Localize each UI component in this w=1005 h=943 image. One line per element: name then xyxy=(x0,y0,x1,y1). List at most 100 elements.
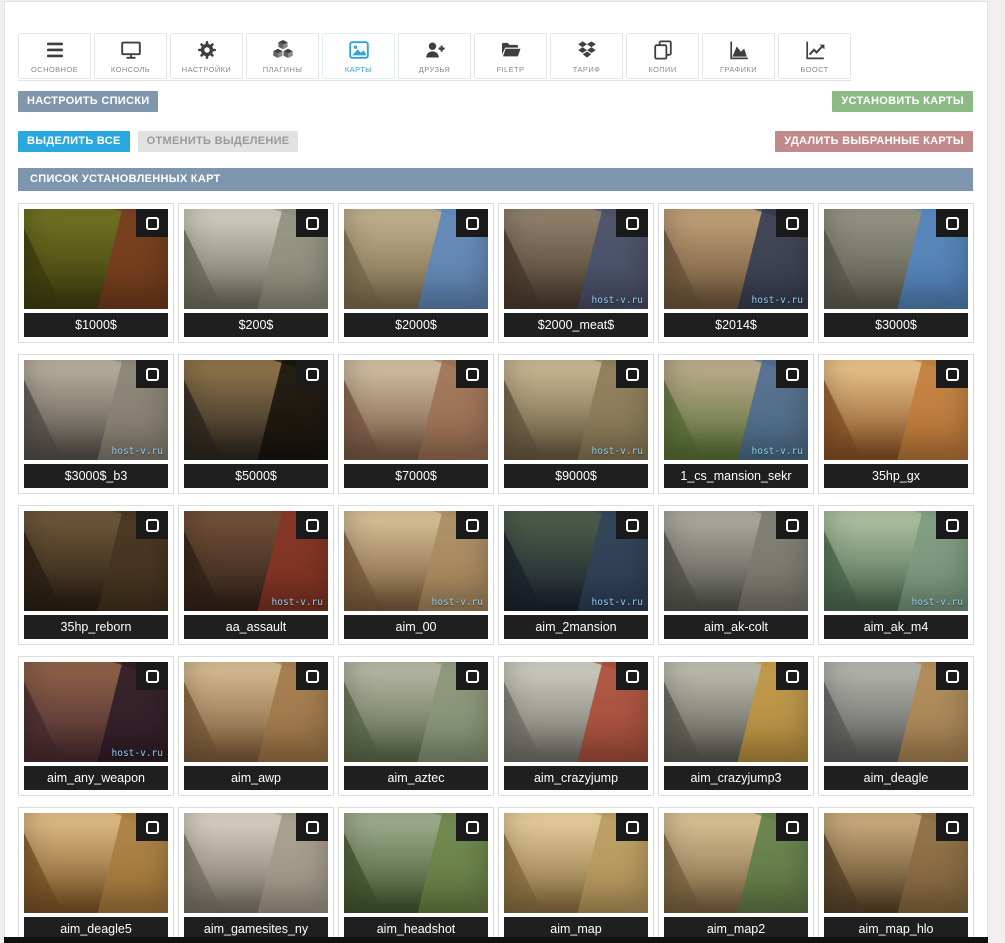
map-checkbox[interactable] xyxy=(456,662,488,690)
map-checkbox[interactable] xyxy=(456,813,488,841)
map-thumbnail[interactable] xyxy=(504,662,648,762)
checkbox-icon xyxy=(306,519,319,532)
map-checkbox[interactable] xyxy=(296,813,328,841)
cancel-selection-button[interactable]: ОТМЕНИТЬ ВЫДЕЛЕНИЕ xyxy=(138,131,299,152)
checkbox-icon xyxy=(626,368,639,381)
map-checkbox[interactable] xyxy=(936,662,968,690)
map-checkbox[interactable] xyxy=(136,813,168,841)
map-thumbnail[interactable] xyxy=(824,360,968,460)
map-thumbnail[interactable] xyxy=(24,511,168,611)
map-checkbox[interactable] xyxy=(616,813,648,841)
map-thumbnail[interactable]: host-v.ru xyxy=(504,360,648,460)
install-maps-button[interactable]: УСТАНОВИТЬ КАРТЫ xyxy=(832,91,973,112)
tab-druzya[interactable]: ДРУЗЬЯ xyxy=(398,33,471,79)
map-thumbnail[interactable] xyxy=(824,209,968,309)
map-checkbox[interactable] xyxy=(456,511,488,539)
map-checkbox[interactable] xyxy=(456,360,488,388)
tab-kopii[interactable]: КОПИИ xyxy=(626,33,699,79)
map-thumbnail[interactable]: host-v.ru xyxy=(24,662,168,762)
map-thumbnail[interactable] xyxy=(184,360,328,460)
configure-lists-button[interactable]: НАСТРОИТЬ СПИСКИ xyxy=(18,91,158,112)
map-card: aim_headshot xyxy=(338,807,494,943)
tab-grafiki[interactable]: ГРАФИКИ xyxy=(702,33,775,79)
tab-osnovnoe[interactable]: ОСНОВНОЕ xyxy=(18,33,91,79)
checkbox-icon xyxy=(946,519,959,532)
map-checkbox[interactable] xyxy=(616,511,648,539)
tab-filetp[interactable]: FILETP xyxy=(474,33,547,79)
map-thumbnail[interactable]: host-v.ru xyxy=(344,511,488,611)
map-name-label: aim_crazyjump xyxy=(504,766,648,790)
map-checkbox[interactable] xyxy=(136,511,168,539)
map-thumbnail[interactable]: host-v.ru xyxy=(24,360,168,460)
map-checkbox[interactable] xyxy=(296,360,328,388)
tab-konsol[interactable]: КОНСОЛЬ xyxy=(94,33,167,79)
map-checkbox[interactable] xyxy=(776,360,808,388)
map-thumbnail[interactable] xyxy=(24,813,168,913)
map-name-label: aim_ak-colt xyxy=(664,615,808,639)
map-checkbox[interactable] xyxy=(296,209,328,237)
map-name-label: $5000$ xyxy=(184,464,328,488)
checkbox-icon xyxy=(146,368,159,381)
map-checkbox[interactable] xyxy=(616,662,648,690)
map-checkbox[interactable] xyxy=(776,511,808,539)
map-card: aim_gamesites_ny xyxy=(178,807,334,943)
map-checkbox[interactable] xyxy=(136,209,168,237)
map-thumbnail[interactable] xyxy=(664,511,808,611)
map-thumbnail[interactable] xyxy=(184,813,328,913)
map-card: host-v.ru aim_00 xyxy=(338,505,494,645)
map-checkbox[interactable] xyxy=(776,209,808,237)
map-thumbnail[interactable] xyxy=(504,813,648,913)
map-thumbnail[interactable] xyxy=(664,813,808,913)
map-thumbnail[interactable] xyxy=(344,360,488,460)
map-card: 35hp_gx xyxy=(818,354,974,494)
delete-selected-maps-button[interactable]: УДАЛИТЬ ВЫБРАННЫЕ КАРТЫ xyxy=(775,131,973,152)
map-thumbnail[interactable]: host-v.ru xyxy=(504,511,648,611)
tab-nastroyki[interactable]: НАСТРОЙКИ xyxy=(170,33,243,79)
map-name-label: $2000$ xyxy=(344,313,488,337)
panel-container: ОСНОВНОЕ КОНСОЛЬ НАСТРОЙКИ ПЛАГИНЫ КАРТЫ… xyxy=(4,1,988,943)
map-name-label: $3000$_b3 xyxy=(24,464,168,488)
map-checkbox[interactable] xyxy=(296,511,328,539)
map-checkbox[interactable] xyxy=(776,813,808,841)
map-thumbnail[interactable] xyxy=(344,209,488,309)
map-checkbox[interactable] xyxy=(616,360,648,388)
map-thumbnail[interactable] xyxy=(24,209,168,309)
map-checkbox[interactable] xyxy=(936,813,968,841)
monitor-icon xyxy=(119,38,143,62)
map-name-label: 1_cs_mansion_sekr xyxy=(664,464,808,488)
tab-karty[interactable]: КАРТЫ xyxy=(322,33,395,79)
map-checkbox[interactable] xyxy=(936,511,968,539)
map-card: $7000$ xyxy=(338,354,494,494)
map-thumbnail[interactable]: host-v.ru xyxy=(184,511,328,611)
map-thumbnail[interactable] xyxy=(664,662,808,762)
tab-plaginy[interactable]: ПЛАГИНЫ xyxy=(246,33,319,79)
host-v-watermark: host-v.ru xyxy=(912,597,963,608)
checkbox-icon xyxy=(946,368,959,381)
map-thumbnail[interactable] xyxy=(824,813,968,913)
map-checkbox[interactable] xyxy=(776,662,808,690)
map-checkbox[interactable] xyxy=(936,360,968,388)
map-thumbnail[interactable] xyxy=(824,662,968,762)
map-checkbox[interactable] xyxy=(456,209,488,237)
map-thumbnail[interactable] xyxy=(344,813,488,913)
map-thumbnail[interactable] xyxy=(184,209,328,309)
host-v-watermark: host-v.ru xyxy=(752,295,803,306)
map-checkbox[interactable] xyxy=(136,360,168,388)
map-thumbnail[interactable]: host-v.ru xyxy=(504,209,648,309)
checkbox-icon xyxy=(466,217,479,230)
checkbox-icon xyxy=(626,519,639,532)
select-all-button[interactable]: ВЫДЕЛИТЬ ВСЕ xyxy=(18,131,130,152)
map-card: host-v.ru $2000_meat$ xyxy=(498,203,654,343)
map-thumbnail[interactable] xyxy=(184,662,328,762)
map-checkbox[interactable] xyxy=(616,209,648,237)
map-thumbnail[interactable]: host-v.ru xyxy=(824,511,968,611)
map-checkbox[interactable] xyxy=(136,662,168,690)
map-thumbnail[interactable] xyxy=(344,662,488,762)
map-name-label: aim_deagle xyxy=(824,766,968,790)
map-thumbnail[interactable]: host-v.ru xyxy=(664,209,808,309)
map-checkbox[interactable] xyxy=(936,209,968,237)
tab-tarif[interactable]: ТАРИФ xyxy=(550,33,623,79)
map-checkbox[interactable] xyxy=(296,662,328,690)
tab-boost[interactable]: БООСТ xyxy=(778,33,851,79)
map-thumbnail[interactable]: host-v.ru xyxy=(664,360,808,460)
